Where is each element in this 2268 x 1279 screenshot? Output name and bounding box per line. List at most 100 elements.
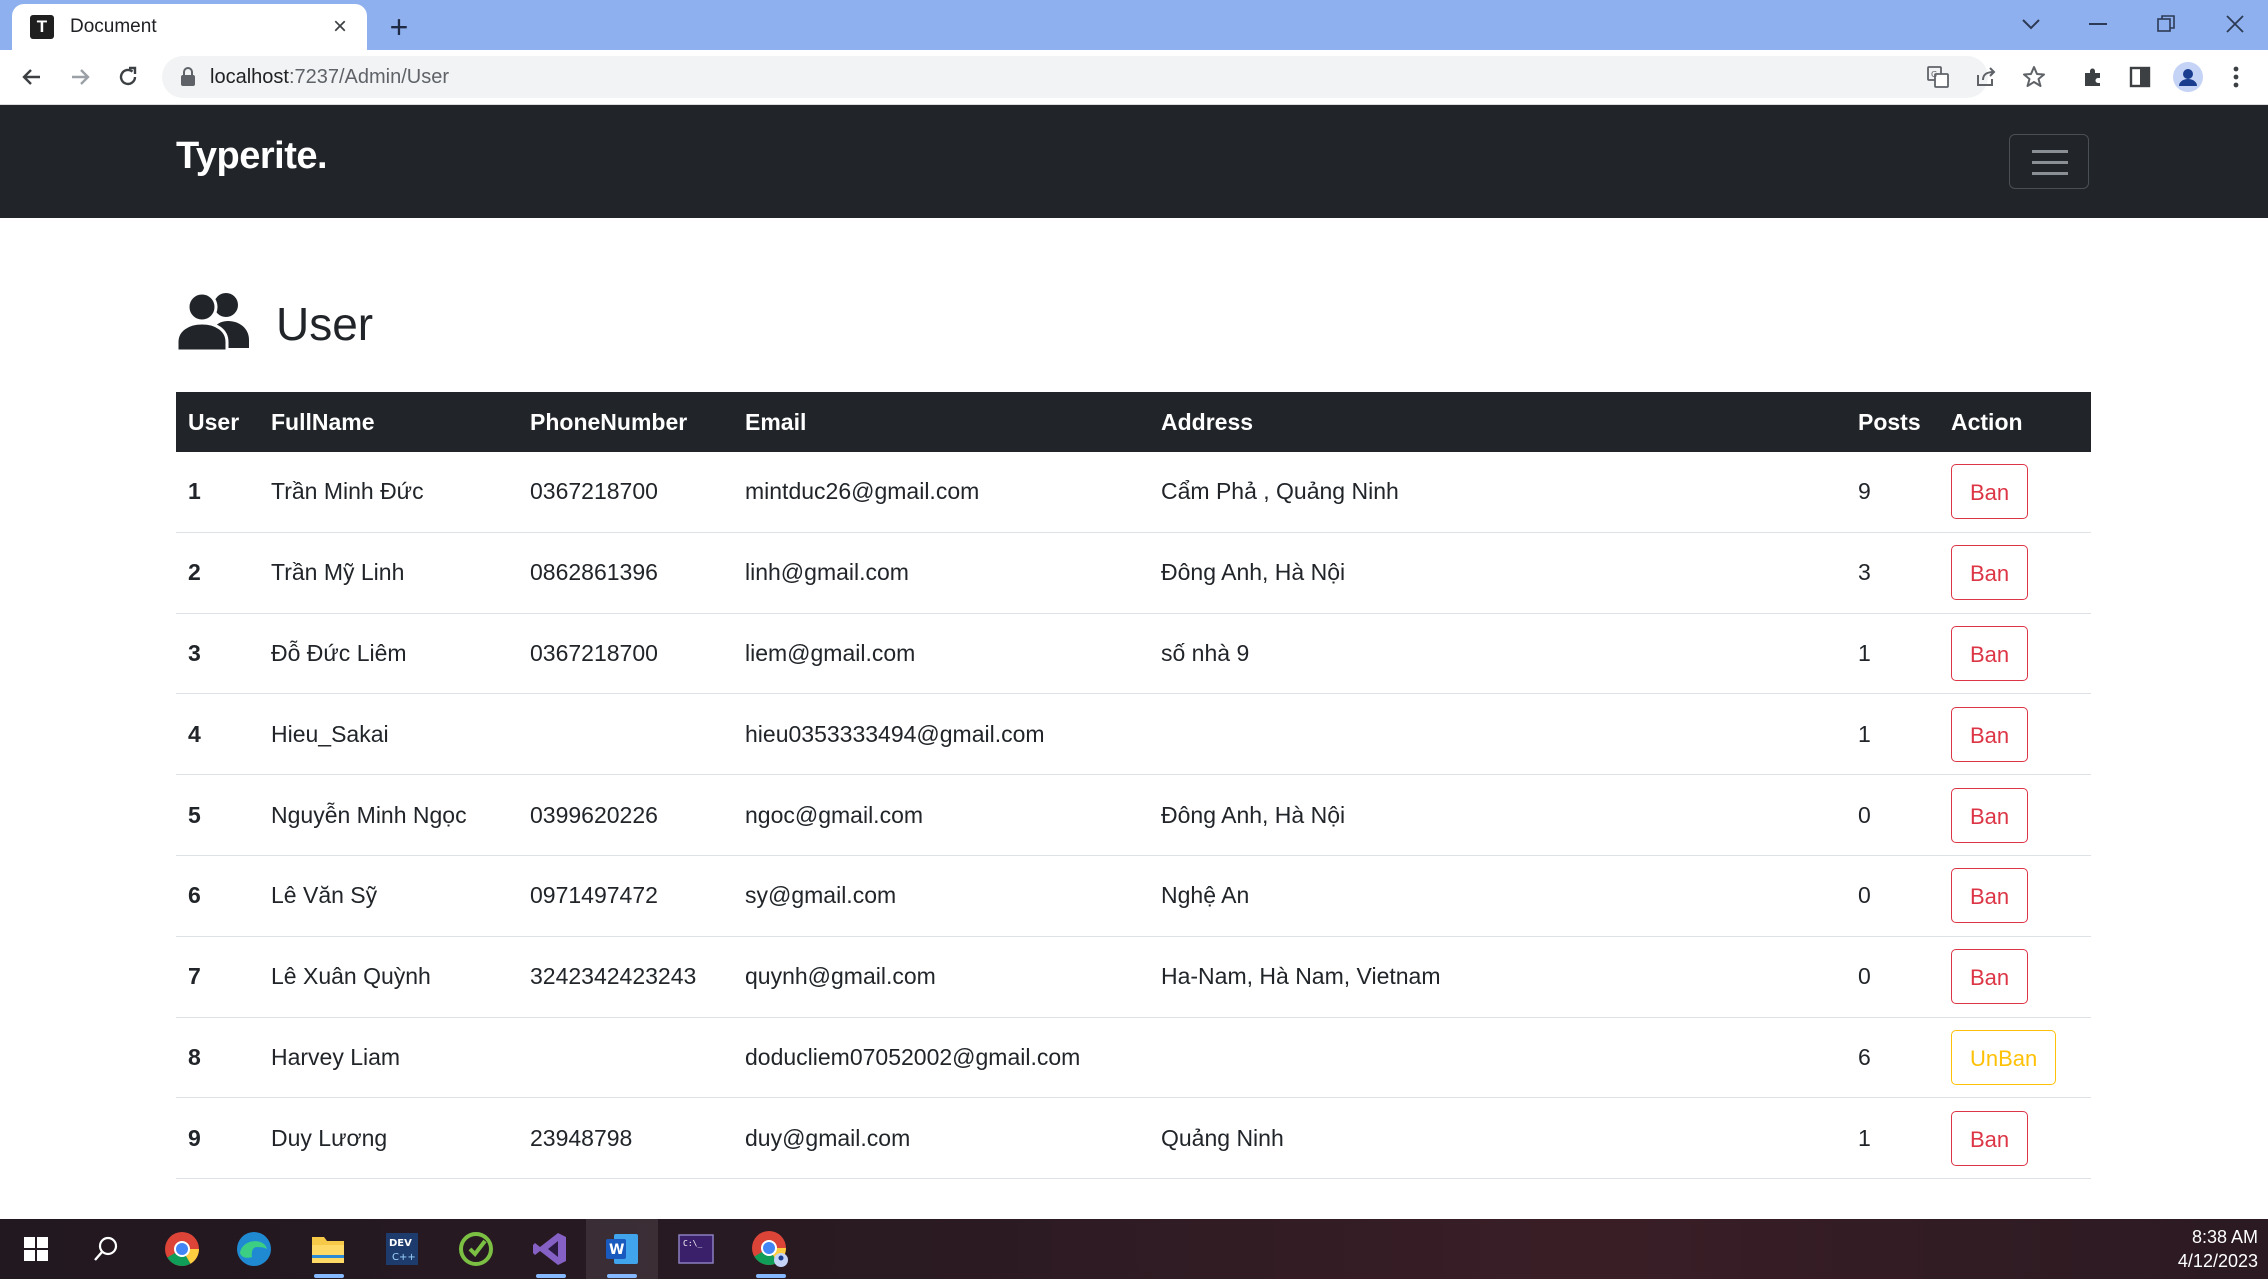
restore-button[interactable] [2141,6,2191,42]
share-icon[interactable] [1972,63,2000,91]
ban-button[interactable]: Ban [1951,868,2029,924]
active-app-indicator [314,1274,344,1278]
search-icon[interactable] [86,1229,126,1269]
cell-action: Ban [1939,693,2091,776]
active-app-indicator [756,1274,786,1278]
app-green-icon[interactable] [456,1229,496,1269]
cell-address: Đông Anh, Hà Nội [1149,532,1846,614]
cell-action: Ban [1939,452,2091,533]
extensions-puzzle-icon[interactable] [2077,61,2109,93]
header-fullname: FullName [271,408,375,435]
cell-address: Nghệ An [1149,855,1846,937]
back-arrow-icon[interactable] [14,59,50,95]
cell-user-id: 1 [176,452,259,533]
url-host: localhost [210,66,289,88]
edge-icon[interactable] [234,1229,274,1269]
visual-studio-icon[interactable] [530,1229,570,1269]
cell-fullname: Harvey Liam [259,1017,518,1099]
cell-user-id: 2 [176,532,259,614]
tab-favicon-icon: T [30,15,54,39]
cell-address [1149,693,1846,776]
table-row: 3 Đỗ Đức Liêm 0367218700 liem@gmail.com … [176,613,2091,695]
header-email: Email [745,408,807,435]
reload-icon[interactable] [110,59,146,95]
minimize-button[interactable] [2073,6,2123,42]
cell-email: ngoc@gmail.com [733,774,1149,856]
cell-phone: 0971497472 [518,855,733,937]
cell-action: Ban [1939,1097,2091,1180]
table-row: 9 Duy Lương 23948798 duy@gmail.com Quảng… [176,1097,2091,1180]
browser-tab-strip: T Document × + [0,0,2268,50]
cell-address [1149,1017,1846,1099]
table-row: 5 Nguyễn Minh Ngọc 0399620226 ngoc@gmail… [176,774,2091,856]
cell-phone: 0399620226 [518,774,733,856]
cell-phone [518,693,733,776]
side-panel-icon[interactable] [2124,61,2156,93]
unban-button[interactable]: UnBan [1951,1029,2057,1085]
profile-avatar-icon[interactable] [2172,61,2204,93]
cell-user-id: 4 [176,693,259,776]
cell-fullname: Trần Mỹ Linh [259,532,518,614]
browser-tab[interactable]: T Document × [12,4,367,50]
chrome-icon[interactable] [162,1229,202,1269]
table-row: 4 Hieu_Sakai hieu0353333494@gmail.com 1 … [176,693,2091,776]
cell-posts: 3 [1846,532,1939,614]
chrome-profile-icon[interactable] [750,1229,790,1269]
cell-email: sy@gmail.com [733,855,1149,937]
svg-text:C++: C++ [392,1252,416,1263]
user-table: User FullName PhoneNumber Email Address … [176,392,2091,1180]
ban-button[interactable]: Ban [1951,545,2029,601]
tab-close-icon[interactable]: × [327,13,353,40]
system-clock[interactable]: 8:38 AM 4/12/2023 [2178,1225,2258,1273]
bookmark-star-icon[interactable] [2020,63,2048,91]
header-address: Address [1161,408,1254,435]
cell-address: Cẩm Phả , Quảng Ninh [1149,452,1846,533]
ban-button[interactable]: Ban [1951,787,2029,843]
header-user: User [188,408,240,435]
ban-button[interactable]: Ban [1951,949,2029,1005]
header-phone: PhoneNumber [530,408,688,435]
ban-button[interactable]: Ban [1951,625,2029,681]
cell-fullname: Lê Văn Sỹ [259,855,518,937]
navbar-toggle-button[interactable] [2009,134,2089,189]
browser-menu-icon[interactable] [2220,61,2252,93]
header-action: Action [1951,408,2023,435]
tab-title: Document [70,16,157,37]
terminal-icon[interactable]: C:\_ [676,1229,716,1269]
svg-text:DEV: DEV [389,1238,412,1249]
table-row: 2 Trần Mỹ Linh 0862861396 linh@gmail.com… [176,532,2091,614]
page-heading: User [175,290,373,357]
ban-button[interactable]: Ban [1951,464,2029,520]
cell-phone: 23948798 [518,1097,733,1180]
cell-user-id: 7 [176,936,259,1018]
brand-logo[interactable]: Typerite. [176,135,328,178]
ban-button[interactable]: Ban [1951,706,2029,762]
new-tab-button[interactable]: + [382,9,416,45]
cell-email: hieu0353333494@gmail.com [733,693,1149,776]
clock-time: 8:38 AM [2191,1227,2258,1247]
start-icon[interactable] [16,1229,56,1269]
close-window-button[interactable] [2210,6,2260,42]
cell-posts: 1 [1846,613,1939,695]
forward-arrow-icon[interactable] [62,59,98,95]
cell-fullname: Duy Lương [259,1097,518,1180]
url-text[interactable]: localhost:7237/Admin/User [210,66,449,89]
cell-phone: 0862861396 [518,532,733,614]
cell-email: quynh@gmail.com [733,936,1149,1018]
table-body: 1 Trần Minh Đức 0367218700 mintduc26@gma… [176,452,2091,1180]
cell-email: liem@gmail.com [733,613,1149,695]
cell-user-id: 5 [176,774,259,856]
address-bar[interactable]: localhost:7237/Admin/User G [162,56,2045,98]
cell-action: Ban [1939,936,2091,1018]
table-row: 7 Lê Xuân Quỳnh 3242342423243 quynh@gmai… [176,936,2091,1018]
table-row: 8 Harvey Liam doducliem07052002@gmail.co… [176,1017,2091,1099]
ban-button[interactable]: Ban [1951,1110,2029,1166]
dev-cpp-icon[interactable]: DEV C++ [382,1229,422,1269]
svg-text:W: W [609,1242,624,1258]
file-explorer-icon[interactable] [308,1229,348,1269]
translate-icon[interactable]: G [1924,63,1952,91]
cell-email: mintduc26@gmail.com [733,452,1149,533]
word-icon[interactable]: W [602,1229,642,1269]
table-header: User FullName PhoneNumber Email Address … [176,392,2091,452]
tab-search-chevron-icon[interactable] [2006,6,2056,42]
